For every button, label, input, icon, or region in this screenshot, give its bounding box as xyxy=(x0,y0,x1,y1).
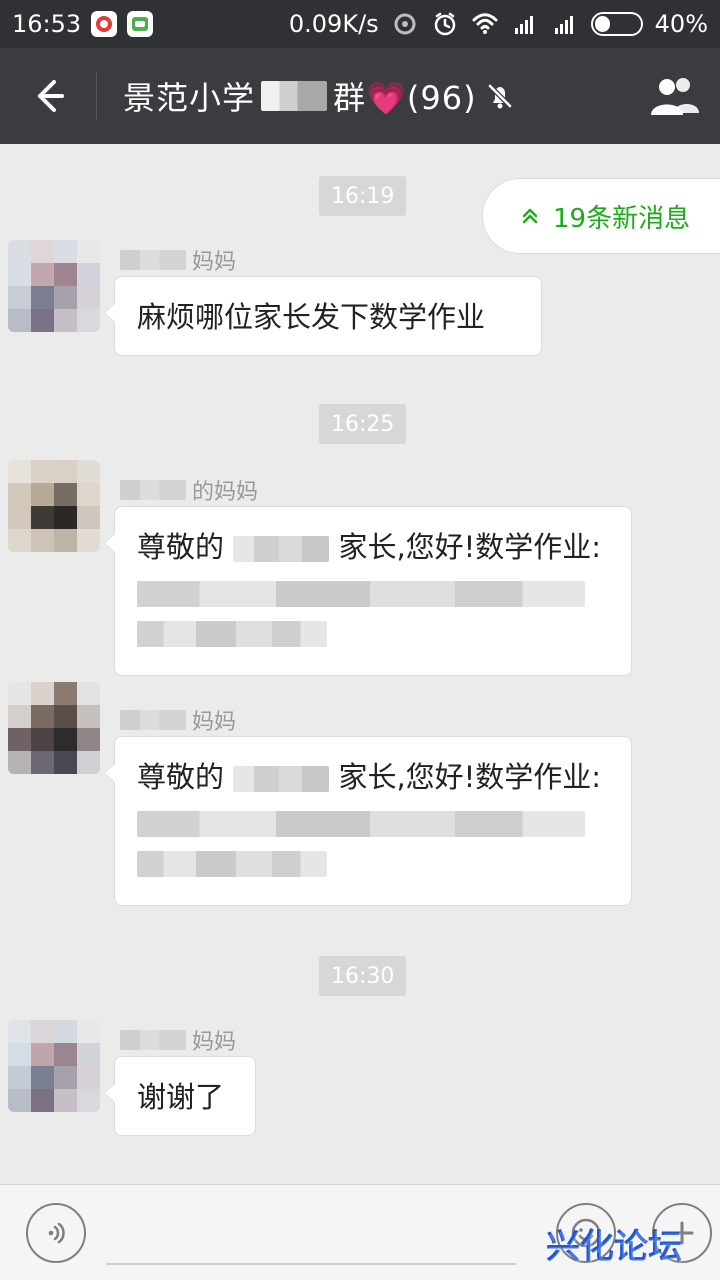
avatar[interactable] xyxy=(8,1020,100,1112)
timestamp-1619: 16:19 xyxy=(319,176,407,216)
avatar-image xyxy=(8,460,100,552)
chat-title: 景范小学 群💗(96) xyxy=(123,73,517,119)
sender-name: 妈妈 xyxy=(120,704,236,736)
message-bubble[interactable]: 谢谢了 xyxy=(104,1056,256,1136)
redacted-sender-name xyxy=(120,1030,186,1050)
redacted-class-name xyxy=(233,536,330,562)
double-chevron-up-icon xyxy=(522,208,538,224)
timestamp-1630: 16:30 xyxy=(319,956,407,996)
message-after: 家长,您好!数学作业: xyxy=(338,760,602,794)
message-bubble[interactable]: 麻烦哪位家长发下数学作业 xyxy=(104,276,542,356)
avatar[interactable] xyxy=(8,240,100,332)
forum-watermark: 兴化论坛 兴化论坛 xyxy=(546,1227,684,1269)
sender-suffix: 的妈妈 xyxy=(192,480,259,505)
wifi-icon xyxy=(472,13,498,34)
redacted-class-name xyxy=(261,81,328,111)
avatar-image xyxy=(8,1020,100,1112)
app-2-icon xyxy=(132,17,149,31)
bell-off-icon xyxy=(487,83,513,109)
svg-text:兴化论坛: 兴化论坛 xyxy=(548,1229,684,1269)
new-messages-text: 19条新消息 xyxy=(553,203,691,234)
sender-name: 的妈妈 xyxy=(120,474,258,506)
message-input[interactable] xyxy=(106,1200,516,1265)
timestamp-text: 16:19 xyxy=(331,183,395,209)
sender-suffix: 妈妈 xyxy=(192,250,237,275)
avatar[interactable] xyxy=(8,460,100,552)
title-prefix: 景范小学 xyxy=(123,79,256,117)
message-after: 家长,您好!数学作业: xyxy=(338,530,602,564)
app-1-icon xyxy=(96,16,113,32)
chat-header: 景范小学 群💗(96) xyxy=(0,48,720,144)
hotspot-icon xyxy=(394,13,416,35)
status-bar: 16:53 0.09K/s 40% xyxy=(0,0,720,48)
people-icon xyxy=(651,78,699,115)
redacted-sender-name xyxy=(120,710,186,730)
message-prefix: 尊敬的 xyxy=(137,760,225,794)
battery-indicator xyxy=(590,12,643,36)
status-left: 16:53 xyxy=(12,10,154,38)
battery-percent: 40% xyxy=(654,10,708,38)
redacted-homework-line xyxy=(137,811,585,837)
notification-app-icon xyxy=(127,11,154,37)
sender-suffix: 妈妈 xyxy=(192,710,237,735)
battery-fill xyxy=(594,16,610,32)
status-right: 0.09K/s 40% xyxy=(289,10,708,38)
chat-area[interactable]: 16:19 19条新消息 妈妈 麻烦哪位家长发下数学作业 16:25 的妈妈 尊… xyxy=(0,144,720,1184)
voice-toggle-button[interactable] xyxy=(26,1202,86,1263)
notification-app-icon xyxy=(91,11,118,37)
group-members-button[interactable] xyxy=(630,48,720,144)
alarm-icon xyxy=(434,12,455,36)
message-bubble[interactable]: 尊敬的 家长,您好!数学作业: xyxy=(104,736,632,906)
redacted-homework-line xyxy=(137,851,327,877)
sender-name: 妈妈 xyxy=(120,1024,236,1056)
sender-suffix: 妈妈 xyxy=(192,1030,237,1055)
redacted-sender-name xyxy=(120,480,186,500)
timestamp-text: 16:30 xyxy=(331,963,395,989)
title-suffix: 群💗(96) xyxy=(333,79,477,117)
back-button[interactable] xyxy=(0,48,96,144)
message-first-line: 尊敬的 家长,您好!数学作业: xyxy=(137,527,609,567)
voice-icon xyxy=(48,1222,65,1243)
timestamp-text: 16:25 xyxy=(331,411,395,437)
signal-1-icon xyxy=(514,16,533,34)
message-text: 谢谢了 xyxy=(137,1080,225,1114)
message-bubble[interactable]: 尊敬的 家长,您好!数学作业: xyxy=(104,506,632,676)
new-messages-pill[interactable]: 19条新消息 xyxy=(482,178,720,254)
status-time: 16:53 xyxy=(12,10,82,38)
title-separator xyxy=(96,72,97,120)
timestamp-1625: 16:25 xyxy=(319,404,407,444)
redacted-sender-name xyxy=(120,250,186,270)
redacted-class-name xyxy=(233,766,330,792)
sender-name: 妈妈 xyxy=(120,244,236,276)
back-arrow-icon xyxy=(38,80,64,112)
message-first-line: 尊敬的 家长,您好!数学作业: xyxy=(137,757,609,797)
avatar-image xyxy=(8,682,100,774)
message-prefix: 尊敬的 xyxy=(137,530,225,564)
signal-2-icon xyxy=(554,16,573,34)
avatar[interactable] xyxy=(8,682,100,774)
network-speed: 0.09K/s xyxy=(288,10,379,38)
message-text: 麻烦哪位家长发下数学作业 xyxy=(137,300,486,334)
avatar-image xyxy=(8,240,100,332)
redacted-homework-line xyxy=(137,581,585,607)
redacted-homework-line xyxy=(137,621,327,647)
